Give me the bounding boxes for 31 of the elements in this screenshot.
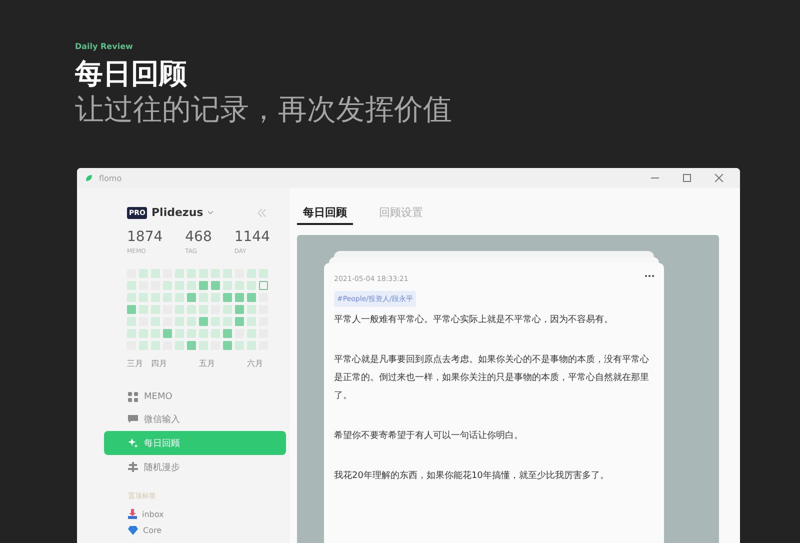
eyebrow-label: Daily Review xyxy=(75,42,133,51)
inbox-icon xyxy=(128,509,137,519)
gem-icon xyxy=(128,526,138,535)
month-label: 五月 xyxy=(199,358,215,369)
pinned-tag[interactable]: inbox xyxy=(142,510,164,518)
month-label: 四月 xyxy=(151,358,167,369)
nav-item[interactable]: 每日回顾 xyxy=(104,431,286,455)
memo-paragraph: 平常人一般难有平常心。平常心实际上就是不平常心，因为不容易有。 xyxy=(334,314,613,327)
stat-value: 468 xyxy=(185,229,212,245)
month-label: 六月 xyxy=(247,358,263,369)
page-title: 每日回顾 xyxy=(75,57,187,91)
chat-icon xyxy=(128,414,138,424)
page-subtitle: 让过往的记录，再次发挥价值 xyxy=(75,91,452,127)
tab[interactable]: 每日回顾 xyxy=(297,204,353,225)
sparkle-icon xyxy=(128,438,138,448)
nav-item[interactable]: 随机漫步 xyxy=(116,457,286,477)
window-title: flomo xyxy=(99,174,123,182)
caret-icon[interactable] xyxy=(208,211,214,214)
stat-value: 1144 xyxy=(234,229,270,245)
memo-paragraph: 希望你不要寄希望于有人可以一句话让你明白。 xyxy=(334,430,523,443)
account-name[interactable]: Plidezus xyxy=(151,206,204,219)
stat-value: 1874 xyxy=(127,229,163,245)
pinned-tag[interactable]: Core xyxy=(143,526,162,535)
grid-icon xyxy=(128,392,138,402)
tab[interactable]: 回顾设置 xyxy=(373,204,429,225)
memo-paragraph: 我花20年理解的东西，如果你能花10年搞懂，就至少比我厉害多了。 xyxy=(334,470,609,483)
month-label: 三月 xyxy=(127,358,143,369)
nav-item[interactable]: MEMO xyxy=(116,387,286,407)
memo-paragraph: 平常心就是凡事要回到原点去考虑。如果你关心的不是事物的本质，没有平常心是正常的。倒过来也一样，如果你关注的只是事物的本质，平常心自然就在那里了。 xyxy=(334,354,650,403)
nav-item[interactable]: 微信输入 xyxy=(116,409,286,429)
leaf-icon xyxy=(85,174,93,182)
